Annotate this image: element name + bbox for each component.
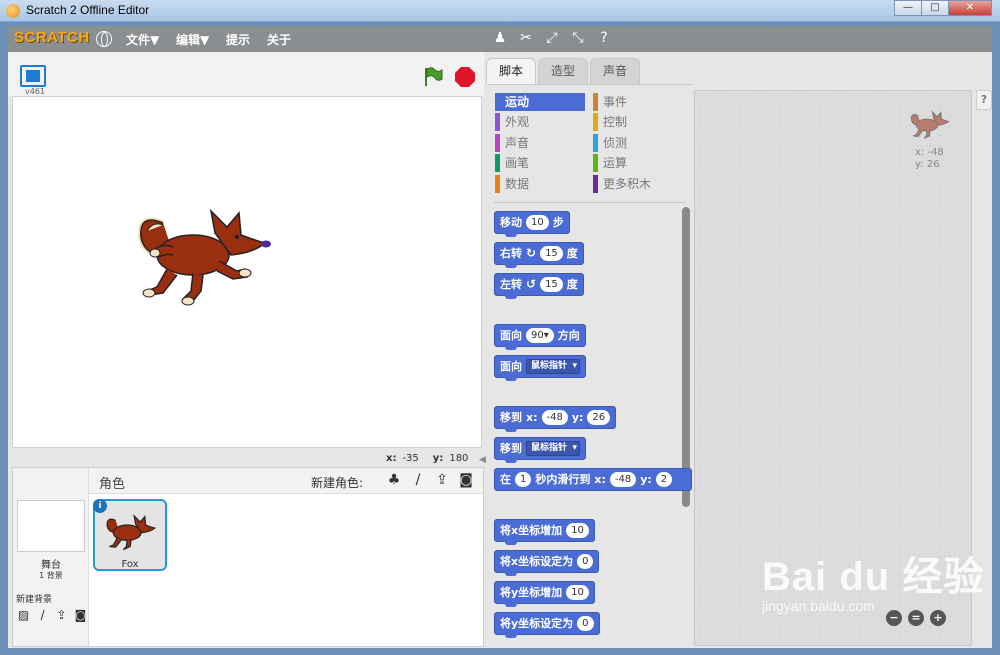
baidu-watermark: Bai du 经验 jingyan.baidu.com: [762, 544, 984, 614]
stage-label: 舞台: [41, 560, 61, 571]
upload-icon[interactable]: ⇪: [433, 471, 451, 489]
tab-scripts[interactable]: 脚本: [486, 58, 537, 84]
mouse-coordinates: x: -35 y: 180: [386, 453, 468, 464]
camera-icon[interactable]: ◙: [457, 471, 475, 489]
duplicate-icon[interactable]: ♟: [492, 29, 508, 47]
camera-icon[interactable]: ◙: [73, 608, 88, 622]
block-change-x[interactable]: 将x坐标增加 10: [494, 519, 595, 545]
editor-tabs: 脚本 造型 声音: [486, 58, 642, 84]
menu-edit[interactable]: 编辑▼: [176, 31, 209, 48]
category-operators[interactable]: 运算: [593, 154, 683, 172]
sprite-header: 角色 新建角色: ♣ / ⇪ ◙: [89, 468, 483, 494]
block-glide[interactable]: 在 1 秒内滑行到 x: -48 y: 2: [494, 468, 692, 491]
sprite-pane: 舞台 1 背景 新建背景 ▨ / ⇪ ◙ 角色 新建角色: ♣ / ⇪ ◙ i: [12, 467, 484, 647]
version-label: v461: [25, 87, 46, 96]
window-title: Scratch 2 Offline Editor: [26, 3, 150, 17]
tab-costumes[interactable]: 造型: [538, 58, 589, 84]
paint-brush-icon[interactable]: /: [35, 608, 50, 622]
sprite-name: Fox: [121, 559, 139, 570]
sprite-y: y: 26: [915, 159, 940, 170]
upload-icon[interactable]: ⇪: [54, 608, 69, 622]
menubar: SCRATCH 文件▼ 编辑▼ 提示 关于 ♟ ✂ ⤢ ⤡ ?: [8, 26, 992, 52]
tab-sounds[interactable]: 声音: [590, 58, 641, 84]
category-data[interactable]: 数据: [495, 175, 585, 193]
fox-thumbnail: [106, 514, 157, 551]
green-flag-icon[interactable]: [422, 66, 444, 88]
toolbar: ♟ ✂ ⤢ ⤡ ?: [492, 29, 612, 47]
sprites-title: 角色: [99, 477, 126, 492]
globe-icon[interactable]: [96, 31, 112, 47]
window-controls: — □ ✕: [894, 0, 992, 16]
scratch-logo[interactable]: SCRATCH: [14, 29, 90, 46]
block-set-y[interactable]: 将y坐标设定为 0: [494, 612, 600, 638]
new-backdrop-tools: ▨ / ⇪ ◙: [16, 608, 88, 622]
maximize-button[interactable]: □: [921, 0, 949, 16]
block-palette: 运动 事件 外观 控制 声音 侦测 画笔 运算 数据 更多积木 移动 10 步 右转…: [488, 84, 692, 646]
category-more-blocks[interactable]: 更多积木: [593, 175, 683, 193]
block-point-towards[interactable]: 面向 鼠标指针: [494, 355, 587, 381]
block-goto-xy[interactable]: 移到 x: -48 y: 26: [494, 406, 617, 432]
category-control[interactable]: 控制: [593, 113, 683, 131]
y-label: y:: [432, 453, 444, 464]
category-pen[interactable]: 画笔: [495, 154, 585, 172]
image-library-icon[interactable]: ▨: [16, 608, 31, 622]
sprite-card-fox[interactable]: i Fox: [93, 499, 167, 571]
sprite-x: x: -48: [915, 147, 944, 158]
block-turn-right[interactable]: 右转 ↻ 15 度: [494, 242, 584, 268]
new-sprite-label: 新建角色:: [311, 476, 364, 490]
stage-column: 舞台 1 背景 新建背景 ▨ / ⇪ ◙: [13, 468, 89, 646]
stage-canvas[interactable]: [12, 96, 482, 448]
category-sound[interactable]: 声音: [495, 134, 585, 152]
close-button[interactable]: ✕: [948, 0, 992, 16]
stage-header: v461: [8, 52, 484, 96]
paint-brush-icon[interactable]: /: [409, 471, 427, 489]
fox-sprite-indicator: [910, 110, 950, 139]
category-looks[interactable]: 外观: [495, 113, 585, 131]
category-motion[interactable]: 运动: [495, 93, 585, 111]
sprite-library-icon[interactable]: ♣: [385, 471, 403, 489]
new-sprite-tools: ♣ / ⇪ ◙: [385, 471, 475, 489]
stop-icon[interactable]: [455, 67, 475, 87]
menu-file[interactable]: 文件▼: [126, 31, 159, 48]
x-value: -35: [402, 453, 419, 464]
block-set-x[interactable]: 将x坐标设定为 0: [494, 550, 600, 576]
category-sensing[interactable]: 侦测: [593, 134, 683, 152]
rotate-right-icon: ↻: [526, 246, 537, 260]
category-list: 运动 事件 外观 控制 声音 侦测 画笔 运算 数据 更多积木: [495, 93, 685, 199]
block-goto[interactable]: 移到 鼠标指针: [494, 437, 587, 463]
help-icon[interactable]: ?: [596, 29, 612, 47]
y-value: 180: [449, 453, 469, 464]
app-icon: [6, 4, 20, 18]
fullscreen-icon[interactable]: [20, 65, 46, 87]
help-tab[interactable]: ?: [976, 90, 992, 110]
palette-divider: [494, 202, 686, 203]
sprite-position: x: -48 y: 26: [915, 147, 944, 171]
block-change-y[interactable]: 将y坐标增加 10: [494, 581, 595, 607]
collapse-arrow-icon[interactable]: ◀: [479, 455, 487, 467]
rotate-left-icon: ↺: [526, 277, 537, 291]
stage-thumbnail[interactable]: [17, 500, 85, 552]
cut-icon[interactable]: ✂: [518, 29, 534, 47]
grow-icon[interactable]: ⤢: [544, 29, 560, 47]
block-turn-left[interactable]: 左转 ↺ 15 度: [494, 273, 584, 299]
window-bottom-edge: [0, 648, 1000, 655]
shrink-icon[interactable]: ⤡: [570, 29, 586, 47]
block-move[interactable]: 移动 10 步: [494, 211, 570, 237]
category-events[interactable]: 事件: [593, 93, 683, 111]
palette-scrollbar[interactable]: [682, 207, 690, 507]
x-label: x:: [386, 453, 397, 464]
watermark-main: Bai du 经验: [762, 555, 985, 599]
fox-sprite[interactable]: [133, 183, 273, 313]
menu-about[interactable]: 关于: [267, 31, 291, 48]
minimize-button[interactable]: —: [894, 0, 922, 16]
window-titlebar: Scratch 2 Offline Editor — □ ✕: [0, 0, 1000, 22]
block-point-direction[interactable]: 面向 90▾ 方向: [494, 324, 586, 350]
backdrop-count: 1 背景: [39, 571, 63, 580]
new-backdrop-label: 新建背景: [16, 595, 53, 605]
menu-tips[interactable]: 提示: [226, 31, 250, 48]
